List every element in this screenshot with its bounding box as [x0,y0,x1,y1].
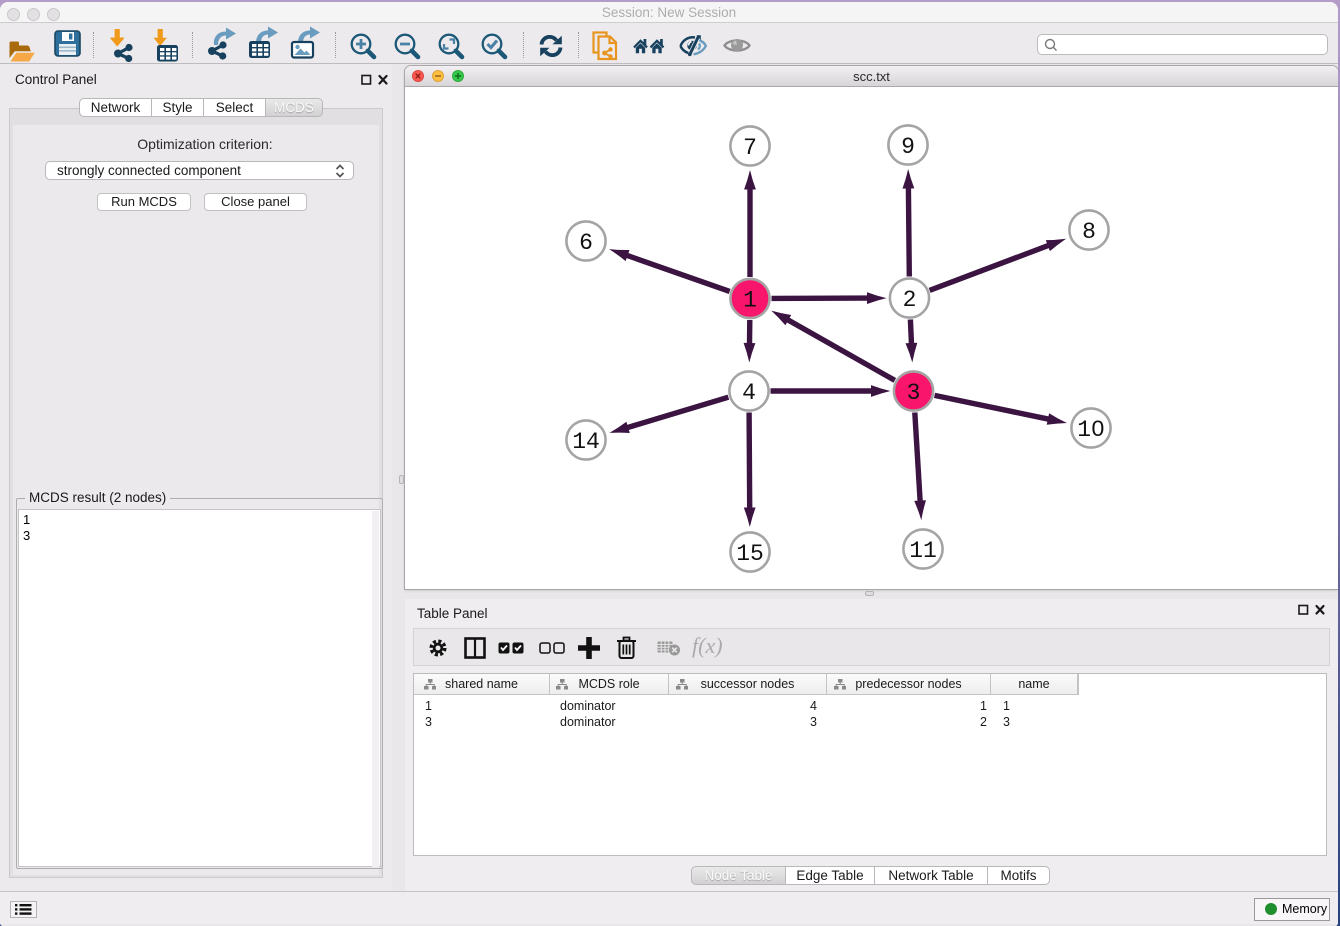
svg-text:11: 11 [909,538,937,564]
svg-text:1: 1 [743,288,757,314]
svg-text:10: 10 [1077,417,1105,443]
svg-text:7: 7 [743,135,757,161]
svg-text:8: 8 [1082,219,1096,245]
svg-text:14: 14 [572,429,600,455]
svg-text:6: 6 [579,230,593,256]
svg-text:2: 2 [903,287,917,313]
svg-text:15: 15 [736,541,764,567]
svg-text:9: 9 [901,134,915,160]
svg-text:3: 3 [907,380,921,406]
svg-text:4: 4 [742,380,756,406]
